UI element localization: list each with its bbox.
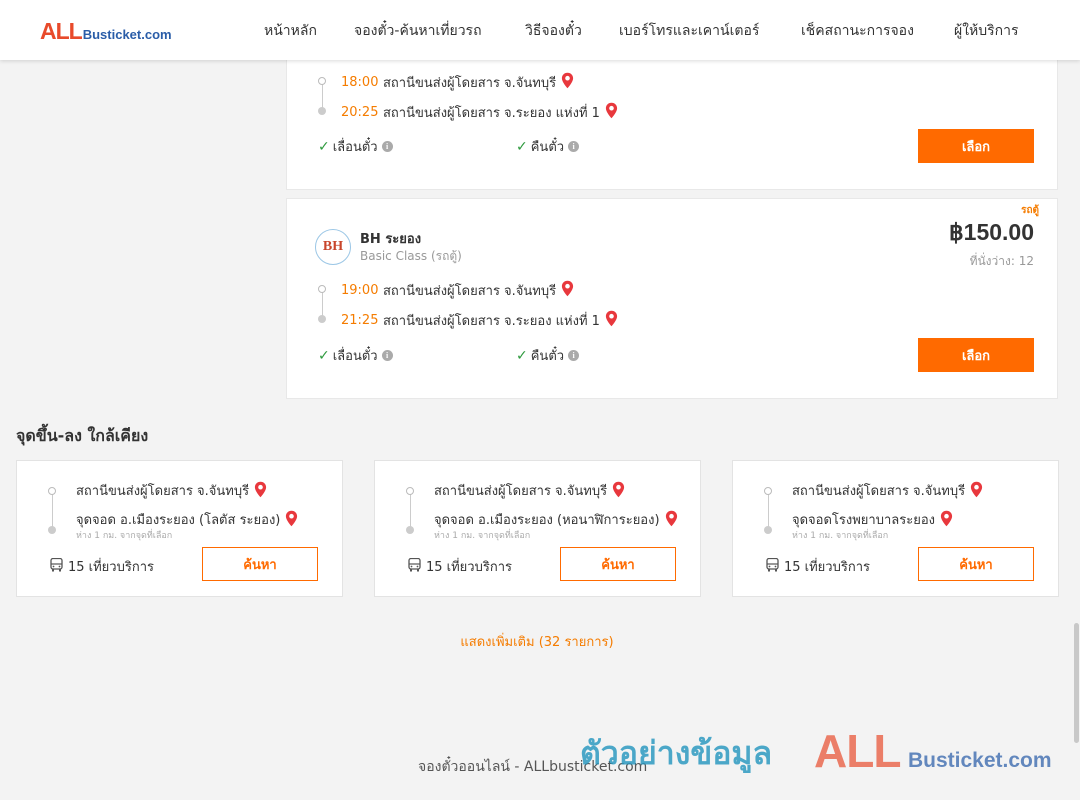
nearby-section-title: จุดขึ้น-ลง ใกล้เคียง [16,426,149,445]
nearby-search-button[interactable]: ค้นหา [560,547,676,581]
arrive-station: สถานีขนส่งผู้โดยสาร จ.ระยอง แห่งที่ 1 [383,314,600,329]
nav-check-booking[interactable]: เช็คสถานะการจอง [801,20,914,42]
depart-time: 19:00 [341,283,379,298]
feature-label: เลื่อนตั๋ว [332,140,378,155]
arrive-dot [318,315,326,323]
map-pin-icon[interactable] [254,481,267,502]
info-icon[interactable]: i [568,350,580,361]
nearby-card: สถานีขนส่งผู้โดยสาร จ.จันทบุรี จุดจอด อ.… [374,460,701,597]
feature-label: คืนตั๋ว [530,140,565,155]
nearby-from-stop: สถานีขนส่งผู้โดยสาร จ.จันทบุรี [792,480,983,502]
info-icon[interactable]: i [568,141,580,152]
vehicle-type-badge: รถตู้ [1021,205,1039,216]
feature-change-ticket: ✓ เลื่อนตั๋ว i [318,136,393,157]
map-pin-icon[interactable] [665,510,678,531]
arrive-stop: 21:25 สถานีขนส่งผู้โดยสาร จ.ระยอง แห่งที… [341,310,618,331]
arrive-dot [318,107,326,115]
arrive-station: สถานีขนส่งผู้โดยสาร จ.ระยอง แห่งที่ 1 [383,106,600,121]
check-icon: ✓ [516,347,528,364]
depart-station: สถานีขนส่งผู้โดยสาร จ.จันทบุรี [383,76,557,91]
ticket-price: ฿150.00 [949,219,1034,245]
site-logo[interactable]: ALL Busticket.com [40,18,172,45]
arrive-time: 20:25 [341,105,379,120]
arrive-stop: 20:25 สถานีขนส่งผู้โดยสาร จ.ระยอง แห่งที… [341,102,618,123]
from-dot [764,487,772,495]
nav-operators[interactable]: ผู้ให้บริการ [954,20,1019,42]
watermark-logo-all: ALL [814,725,901,777]
trip-card: 18:00 สถานีขนส่งผู้โดยสาร จ.จันทบุรี 20:… [286,40,1058,190]
feature-change-ticket: ✓ เลื่อนตั๋ว i [318,345,393,366]
logo-busticket-text: Busticket.com [82,27,172,42]
depart-dot [318,77,326,85]
bus-icon [50,557,63,576]
nearby-from-stop: สถานีขนส่งผู้โดยสาร จ.จันทบุรี [434,480,625,502]
top-header: ALL Busticket.com หน้าหลัก จองตั๋ว-ค้นหา… [0,0,1080,60]
feature-refund-ticket: ✓ คืนตั๋ว i [516,136,580,157]
nearby-search-button[interactable]: ค้นหา [918,547,1034,581]
nav-phone-counter[interactable]: เบอร์โทรและเคาน์เตอร์ [619,20,759,42]
depart-stop: 19:00 สถานีขนส่งผู้โดยสาร จ.จันทบุรี [341,280,574,301]
nearby-search-button[interactable]: ค้นหา [202,547,318,581]
from-dot [48,487,56,495]
feature-label: เลื่อนตั๋ว [332,349,378,364]
info-icon[interactable]: i [381,141,393,152]
check-icon: ✓ [516,138,528,155]
feature-refund-ticket: ✓ คืนตั๋ว i [516,345,580,366]
nearby-trip-count: 15 เที่ยวบริการ [50,556,154,577]
depart-time: 18:00 [341,75,379,90]
nearby-card: สถานีขนส่งผู้โดยสาร จ.จันทบุรี จุดจอดโรง… [732,460,1059,597]
bus-icon [408,557,421,576]
bus-icon [766,557,779,576]
info-icon[interactable]: i [381,350,393,361]
to-dot [48,526,56,534]
map-pin-icon[interactable] [561,280,574,301]
check-icon: ✓ [318,138,330,155]
to-dot [406,526,414,534]
watermark-logo-busticket: Busticket.com [908,749,1052,772]
nav-how-to-book[interactable]: วิธีจองตั๋ว [525,20,582,42]
nearby-from-stop: สถานีขนส่งผู้โดยสาร จ.จันทบุรี [76,480,267,502]
to-dot [764,526,772,534]
check-icon: ✓ [318,347,330,364]
watermark-sample-text: ตัวอย่างข้อมูล [580,734,773,772]
show-more-link[interactable]: แสดงเพิ่มเติม (32 รายการ) [0,631,1074,652]
map-pin-icon[interactable] [285,510,298,531]
nearby-trip-count: 15 เที่ยวบริการ [408,556,512,577]
from-dot [406,487,414,495]
nearby-distance: ห่าง 1 กม. จากจุดที่เลือก [792,531,889,541]
scrollbar-thumb[interactable] [1074,623,1079,743]
select-trip-button[interactable]: เลือก [918,338,1034,372]
depart-station: สถานีขนส่งผู้โดยสาร จ.จันทบุรี [383,284,557,299]
operator-class: Basic Class (รถตู้) [360,249,462,263]
seats-available: ที่นั่งว่าง: 12 [969,254,1034,268]
map-pin-icon[interactable] [940,510,953,531]
depart-stop: 18:00 สถานีขนส่งผู้โดยสาร จ.จันทบุรี [341,72,574,93]
logo-all-text: ALL [40,18,83,44]
nearby-distance: ห่าง 1 กม. จากจุดที่เลือก [76,531,173,541]
select-trip-button[interactable]: เลือก [918,129,1034,163]
operator-name: BH ระยอง [360,232,422,247]
nearby-distance: ห่าง 1 กม. จากจุดที่เลือก [434,531,531,541]
map-pin-icon[interactable] [612,481,625,502]
map-pin-icon[interactable] [605,102,618,123]
feature-label: คืนตั๋ว [530,349,565,364]
depart-dot [318,285,326,293]
map-pin-icon[interactable] [561,72,574,93]
arrive-time: 21:25 [341,313,379,328]
trip-card: รถตู้ BH BH ระยอง Basic Class (รถตู้) ฿1… [286,198,1058,399]
operator-logo: BH [315,229,351,265]
nearby-card: สถานีขนส่งผู้โดยสาร จ.จันทบุรี จุดจอด อ.… [16,460,343,597]
nearby-trip-count: 15 เที่ยวบริการ [766,556,870,577]
nav-book-search[interactable]: จองตั๋ว-ค้นหาเที่ยวรถ [354,20,482,42]
nav-home[interactable]: หน้าหลัก [264,20,317,42]
map-pin-icon[interactable] [970,481,983,502]
map-pin-icon[interactable] [605,310,618,331]
